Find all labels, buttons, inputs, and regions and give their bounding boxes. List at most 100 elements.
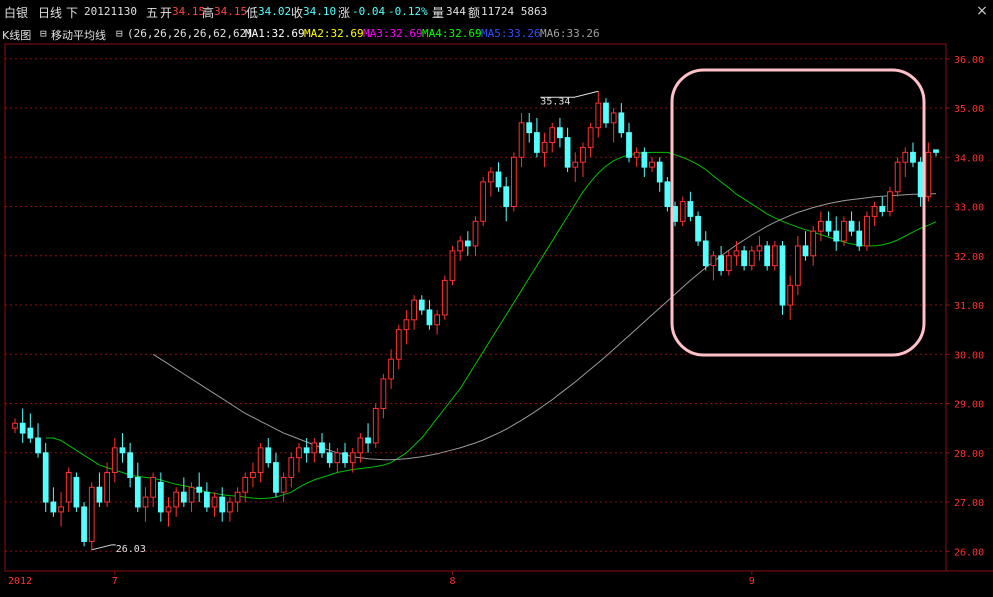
- y-tick-label: 31.00: [954, 301, 984, 312]
- x-tick-label: 7: [112, 576, 118, 587]
- candle: [50, 487, 57, 517]
- y-axis: 26.00 27.00 28.00 29.00 30.00 31.00 32.00 33.00…: [946, 55, 984, 558]
- candle-body: [733, 250, 740, 257]
- candle: [35, 423, 41, 458]
- candle-body: [250, 471, 256, 478]
- candle: [472, 216, 479, 256]
- candle: [695, 211, 701, 246]
- candle: [403, 309, 410, 345]
- candle-body: [894, 161, 901, 193]
- candle-body: [534, 132, 540, 153]
- candles: [12, 91, 939, 550]
- candle-body: [219, 496, 226, 513]
- candle-body: [610, 112, 617, 124]
- candle: [188, 482, 195, 512]
- candle: [311, 438, 318, 463]
- candle-body: [718, 255, 724, 272]
- candle-body: [227, 501, 233, 513]
- candle: [418, 295, 425, 315]
- candle-body: [457, 240, 464, 252]
- moving-average-lines: [45, 151, 937, 500]
- candle: [626, 122, 632, 163]
- candle: [88, 482, 95, 550]
- candle-body: [372, 407, 379, 444]
- candle-body: [787, 284, 794, 306]
- candle-body: [265, 447, 272, 464]
- candle: [464, 231, 471, 256]
- candle-body: [618, 112, 625, 134]
- candle-body: [142, 496, 149, 508]
- candle: [917, 157, 924, 207]
- candle: [687, 191, 694, 222]
- x-tick-label: 2012: [8, 576, 32, 587]
- candle: [633, 147, 640, 168]
- y-tick-label: 33.00: [954, 203, 984, 214]
- candle-body: [817, 220, 824, 232]
- candle-body: [702, 240, 709, 267]
- candle-body: [580, 146, 586, 163]
- candle: [894, 157, 901, 197]
- candle: [910, 142, 916, 168]
- candle: [250, 462, 256, 488]
- candle: [656, 157, 663, 192]
- candle-body: [403, 319, 410, 331]
- candle-body: [587, 127, 594, 148]
- candle-body: [334, 452, 341, 464]
- candle-body: [472, 220, 479, 247]
- candle: [441, 275, 448, 320]
- candle-body: [349, 452, 356, 464]
- candle-body: [211, 496, 218, 508]
- candle: [679, 196, 686, 227]
- candle: [134, 462, 141, 512]
- candle: [664, 176, 671, 212]
- candle-body: [917, 161, 924, 198]
- candle-body: [848, 220, 855, 232]
- candle-body: [273, 462, 279, 493]
- candle-body: [748, 250, 755, 267]
- candle: [280, 472, 287, 503]
- candle: [518, 112, 525, 168]
- candle-body: [157, 481, 164, 513]
- candle-body: [441, 279, 448, 316]
- candle: [180, 477, 187, 507]
- candle: [273, 452, 279, 498]
- candle: [764, 241, 771, 271]
- candle-body: [603, 102, 609, 124]
- annotations: 35.34 26.03: [91, 90, 599, 555]
- candle-body: [81, 506, 87, 542]
- candle-body: [764, 245, 771, 267]
- candle-body: [27, 427, 34, 439]
- candle-body: [487, 171, 494, 183]
- candle: [219, 487, 226, 522]
- candle: [349, 447, 356, 473]
- candle: [710, 250, 717, 281]
- candle-body: [35, 437, 41, 454]
- candle-body: [503, 186, 510, 208]
- candle-body: [572, 161, 579, 168]
- candlestick-chart[interactable]: 26.00 27.00 28.00 29.00 30.00 31.00 32.00 33.00…: [0, 0, 993, 597]
- ma-green-line: [45, 151, 937, 500]
- candle-body: [50, 501, 57, 513]
- candle: [449, 245, 456, 286]
- candle-body: [679, 201, 686, 222]
- candle: [718, 245, 724, 276]
- candle: [388, 349, 394, 389]
- candle: [641, 147, 648, 177]
- candle-body: [864, 215, 870, 247]
- candle: [794, 236, 801, 296]
- y-tick-label: 30.00: [954, 350, 984, 361]
- candle-body: [633, 151, 640, 158]
- candle-body: [656, 161, 663, 183]
- candle: [342, 442, 348, 468]
- candle-body: [73, 476, 80, 508]
- candle: [610, 108, 617, 143]
- candle-body: [42, 452, 49, 503]
- y-tick-label: 32.00: [954, 252, 984, 263]
- candle: [557, 117, 563, 148]
- candle-body: [288, 457, 295, 478]
- candle-body: [388, 358, 394, 380]
- candle: [587, 122, 594, 158]
- candle-body: [841, 220, 847, 242]
- candle-body: [280, 476, 287, 493]
- candle: [925, 142, 932, 202]
